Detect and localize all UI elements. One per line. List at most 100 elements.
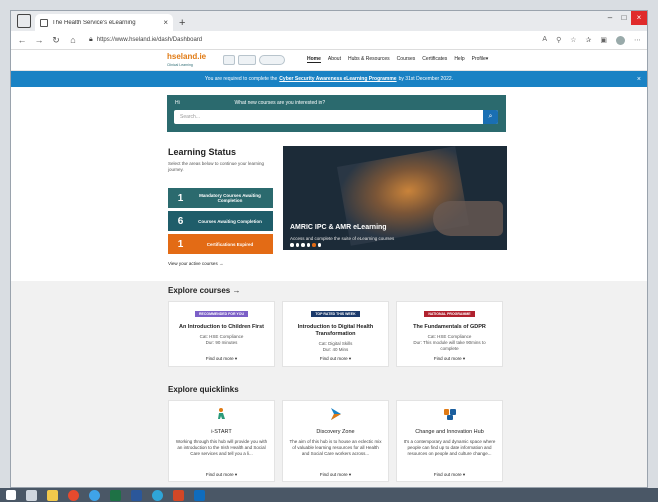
maximize-button[interactable]: □ [617,11,631,25]
quicklink-title: Discovery Zone [316,429,355,435]
course-duration: Dur: This module will take 90mins to com… [413,340,486,351]
edge-icon[interactable] [89,489,100,501]
nav-certificates[interactable]: Certificates [422,56,447,63]
stat-label: Mandatory Courses Awaiting Completion [199,193,261,203]
feature-carousel[interactable]: AMRIC IPC & AMR eLearning Access and com… [283,146,507,250]
course-card[interactable]: TOP RATED THIS WEEK Introduction to Digi… [282,301,389,367]
change-icon [443,409,456,420]
carousel-dot[interactable] [306,243,310,247]
task-view-icon[interactable] [26,489,37,501]
profile-avatar[interactable] [616,35,625,45]
edge-active-icon[interactable] [152,489,163,501]
quicklink-card-istart[interactable]: i-START Working through this hub will pr… [168,400,275,482]
nav-home[interactable]: Home [307,56,321,63]
banner-link[interactable]: Cyber Security Awareness eLearning Progr… [279,76,396,82]
window-controls: – □ × [603,11,647,25]
minimize-button[interactable]: – [603,11,617,25]
url-field[interactable]: 🔒︎ https://www.hseland.ie/dash/Dashboard [85,34,535,47]
search-button[interactable]: ⌕ [483,110,498,124]
new-tab-button[interactable]: + [179,17,185,29]
chevron-down-icon: ▾ [485,56,489,62]
find-out-more-link[interactable]: Find out more ▾ [283,472,388,478]
view-active-courses-link[interactable]: View your active courses → [168,261,223,266]
course-card[interactable]: NATIONAL PROGRAMME The Fundamentals of G… [396,301,503,367]
carousel-dot[interactable] [317,243,321,247]
collections-icon[interactable]: ▣ [600,36,607,45]
logo-subtext: Clinical Learning [167,63,193,67]
partner-logo-1 [223,55,235,65]
browser-window: The Health Service's eLearning × + – □ ×… [10,10,648,488]
course-tag: NATIONAL PROGRAMME [424,311,475,317]
find-out-more-link[interactable]: Find out more ▾ [397,356,502,362]
banner-close-icon[interactable]: × [637,76,641,83]
stat-courses-awaiting[interactable]: 6 Courses Awaiting Completion [168,211,273,231]
explore-courses-title[interactable]: Explore courses → [168,286,240,295]
chrome-icon[interactable] [68,489,79,501]
back-icon[interactable]: ← [17,35,27,45]
more-icon[interactable]: ⋯ [634,36,641,45]
excel-icon[interactable] [110,489,121,501]
person-icon [217,408,225,419]
search-input[interactable]: Search... ⌕ [174,110,498,124]
course-title: The Fundamentals of GDPR [413,324,486,330]
nav-help[interactable]: Help [454,56,464,63]
find-out-more-link[interactable]: Find out more ▾ [169,356,274,362]
nav-about[interactable]: About [328,56,341,63]
stat-mandatory-courses[interactable]: 1 Mandatory Courses Awaiting Completion [168,188,273,208]
nav-hubs-resources[interactable]: Hubs & Resources [348,56,390,63]
forward-icon[interactable]: → [34,35,44,45]
word-icon[interactable] [131,489,142,501]
file-explorer-icon[interactable] [47,489,58,501]
powerpoint-icon[interactable] [173,489,184,501]
stat-count: 1 [177,192,184,204]
course-card[interactable]: RECOMMENDED FOR YOU An Introduction to C… [168,301,275,367]
carousel-dot[interactable] [295,243,299,247]
lock-icon: 🔒︎ [89,36,93,43]
find-out-more-link[interactable]: Find out more ▾ [283,356,388,362]
windows-start-icon[interactable] [6,490,16,500]
stat-count: 6 [177,215,184,227]
quicklink-card-change-innovation[interactable]: Change and Innovation Hub It's a contemp… [396,400,503,482]
partner-logo-3 [259,55,285,65]
window-menu-icon[interactable] [17,14,31,28]
page-favicon-icon [40,18,48,27]
carousel-dot[interactable] [301,243,305,247]
stat-certifications-expired[interactable]: 1 Certifications Expired [168,234,273,254]
read-aloud-icon[interactable]: A [542,36,547,45]
banner-text-after: by 31st December 2022. [398,76,454,82]
close-window-button[interactable]: × [631,11,647,25]
stat-count: 1 [177,238,184,250]
carousel-dot[interactable] [312,243,316,247]
feature-subtitle: Access and complete the suite of eLearni… [290,236,395,241]
carousel-dot[interactable] [290,243,294,247]
zoom-icon[interactable]: ⚲ [556,36,561,45]
quicklink-title: Change and Innovation Hub [415,429,484,435]
tab-close-icon[interactable]: × [163,18,168,27]
quicklink-card-discovery-zone[interactable]: Discovery Zone The aim of this hub is to… [282,400,389,482]
nav-profile[interactable]: Profile▾ [472,56,489,63]
outlook-icon[interactable] [194,489,205,501]
logo-text: hseland.ie [167,52,207,61]
learning-status-title: Learning Status [168,147,237,157]
course-tag: RECOMMENDED FOR YOU [194,311,249,317]
notice-banner: You are required to complete the Cyber S… [11,71,647,87]
feature-title: AMRIC IPC & AMR eLearning [290,224,387,231]
favorites-icon[interactable]: ✰ [586,36,592,45]
find-out-more-link[interactable]: Find out more ▾ [397,472,502,478]
os-taskbar [0,488,658,502]
favorite-icon[interactable]: ☆ [570,36,576,45]
home-icon[interactable]: ⌂ [68,35,78,45]
banner-text-before: You are required to complete the [204,76,278,82]
course-title: Introduction to Digital Health Transform… [297,324,374,337]
discovery-icon [330,408,341,420]
quicklink-description: Working through this hub will provide yo… [175,439,268,456]
nav-courses[interactable]: Courses [397,56,416,63]
quicklink-description: It's a contemporary and dynamic space wh… [403,439,496,456]
refresh-icon[interactable]: ↻ [51,35,61,46]
url-text: https://www.hseland.ie/dash/Dashboard [96,37,203,43]
browser-tab[interactable]: The Health Service's eLearning × [35,14,173,31]
find-out-more-link[interactable]: Find out more ▾ [169,472,274,478]
hero-greeting: Hi [175,100,180,106]
hseland-logo[interactable]: hseland.ie Clinical Learning [167,53,206,69]
stat-label: Certifications Expired [206,241,254,247]
